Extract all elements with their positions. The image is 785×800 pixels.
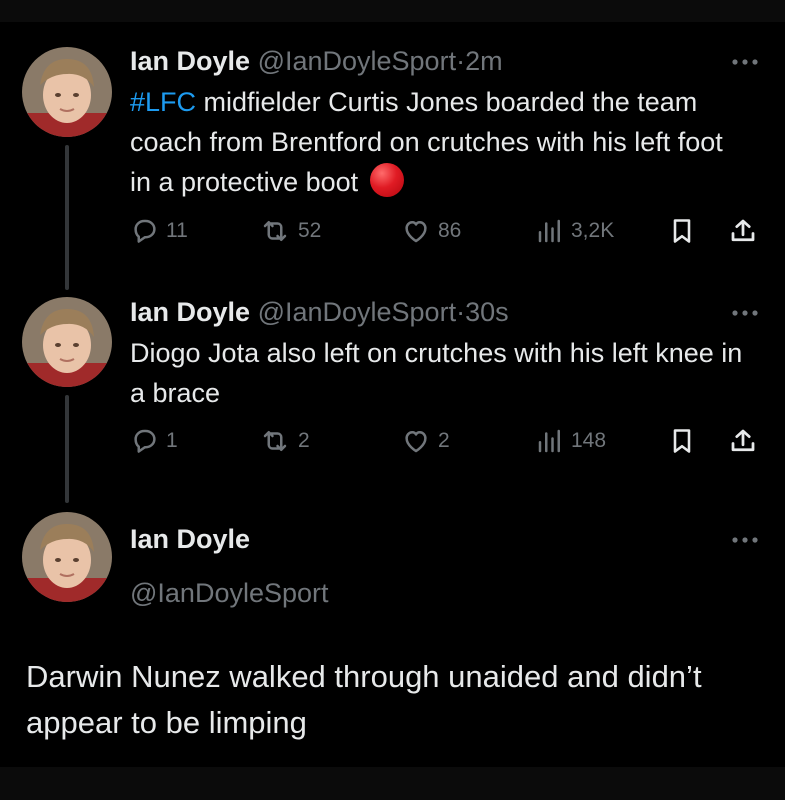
repost-button[interactable]: 52 (258, 213, 321, 249)
views-count: 3,2K (571, 219, 615, 242)
more-icon[interactable] (730, 57, 760, 67)
red-circle-emoji (369, 163, 404, 197)
thread-connector (65, 395, 69, 503)
tweet-header: Ian Doyle @IanDoyleSport·30s (130, 295, 509, 329)
share-button[interactable] (728, 423, 758, 459)
tweet-text: Darwin Nunez walked through unaided and … (26, 659, 702, 740)
reply-icon (134, 429, 156, 453)
tweet-text-content: midfielder Curtis Jones boarded the team… (130, 87, 723, 197)
like-button[interactable]: 86 (400, 213, 461, 249)
tweet-actions: 1 2 2 148 (130, 423, 760, 459)
reply-count: 1 (166, 429, 178, 452)
like-count: 2 (438, 429, 450, 452)
share-icon (731, 219, 755, 242)
reply-count: 11 (166, 219, 188, 242)
reply-icon (134, 219, 156, 243)
bookmark-icon (673, 429, 691, 453)
repost-icon (263, 221, 287, 241)
repost-count: 2 (298, 429, 310, 452)
avatar-image (22, 512, 112, 602)
separator: · (456, 46, 466, 76)
views-count: 148 (571, 429, 607, 452)
author-name[interactable]: Ian Doyle (130, 297, 250, 327)
tweet-text: #LFC midfielder Curtis Jones boarded the… (130, 82, 750, 202)
views-icon (538, 219, 560, 243)
reply-button[interactable]: 1 (130, 423, 178, 459)
avatar-image (22, 47, 112, 137)
repost-icon (263, 431, 287, 451)
bookmark-button[interactable] (668, 423, 696, 459)
like-icon (405, 431, 427, 453)
bottom-band (0, 767, 785, 800)
avatar[interactable] (22, 512, 112, 602)
repost-button[interactable]: 2 (258, 423, 310, 459)
share-icon (731, 429, 755, 452)
author-handle[interactable]: @IanDoyleSport (258, 46, 457, 76)
share-button[interactable] (728, 213, 758, 249)
views-icon (538, 429, 560, 453)
like-button[interactable]: 2 (400, 423, 450, 459)
author-handle[interactable]: @IanDoyleSport (258, 297, 457, 327)
tweet-header: Ian Doyle (130, 522, 250, 556)
like-icon (405, 221, 427, 243)
avatar[interactable] (22, 297, 112, 387)
bookmark-button[interactable] (668, 213, 696, 249)
bookmark-icon (673, 219, 691, 243)
views-button[interactable]: 148 (535, 423, 606, 459)
tweet-actions: 11 52 86 3,2K (130, 213, 760, 249)
hashtag-link[interactable]: #LFC (130, 87, 196, 117)
avatar-image (22, 297, 112, 387)
like-count: 86 (438, 219, 462, 242)
tweet-header: Ian Doyle @IanDoyleSport·2m (130, 44, 503, 78)
views-button[interactable]: 3,2K (535, 213, 614, 249)
reply-button[interactable]: 11 (130, 213, 188, 249)
more-icon[interactable] (730, 308, 760, 318)
author-name[interactable]: Ian Doyle (130, 524, 250, 554)
author-handle[interactable]: @IanDoyleSport (130, 578, 329, 609)
timestamp[interactable]: 30s (465, 297, 509, 327)
repost-count: 52 (298, 219, 322, 242)
tweet-text: Diogo Jota also left on crutches with hi… (130, 338, 743, 408)
author-name[interactable]: Ian Doyle (130, 46, 250, 76)
avatar[interactable] (22, 47, 112, 137)
timestamp[interactable]: 2m (465, 46, 503, 76)
top-band (0, 0, 785, 22)
separator: · (456, 297, 466, 327)
more-icon[interactable] (730, 535, 760, 545)
thread-connector (65, 145, 69, 290)
